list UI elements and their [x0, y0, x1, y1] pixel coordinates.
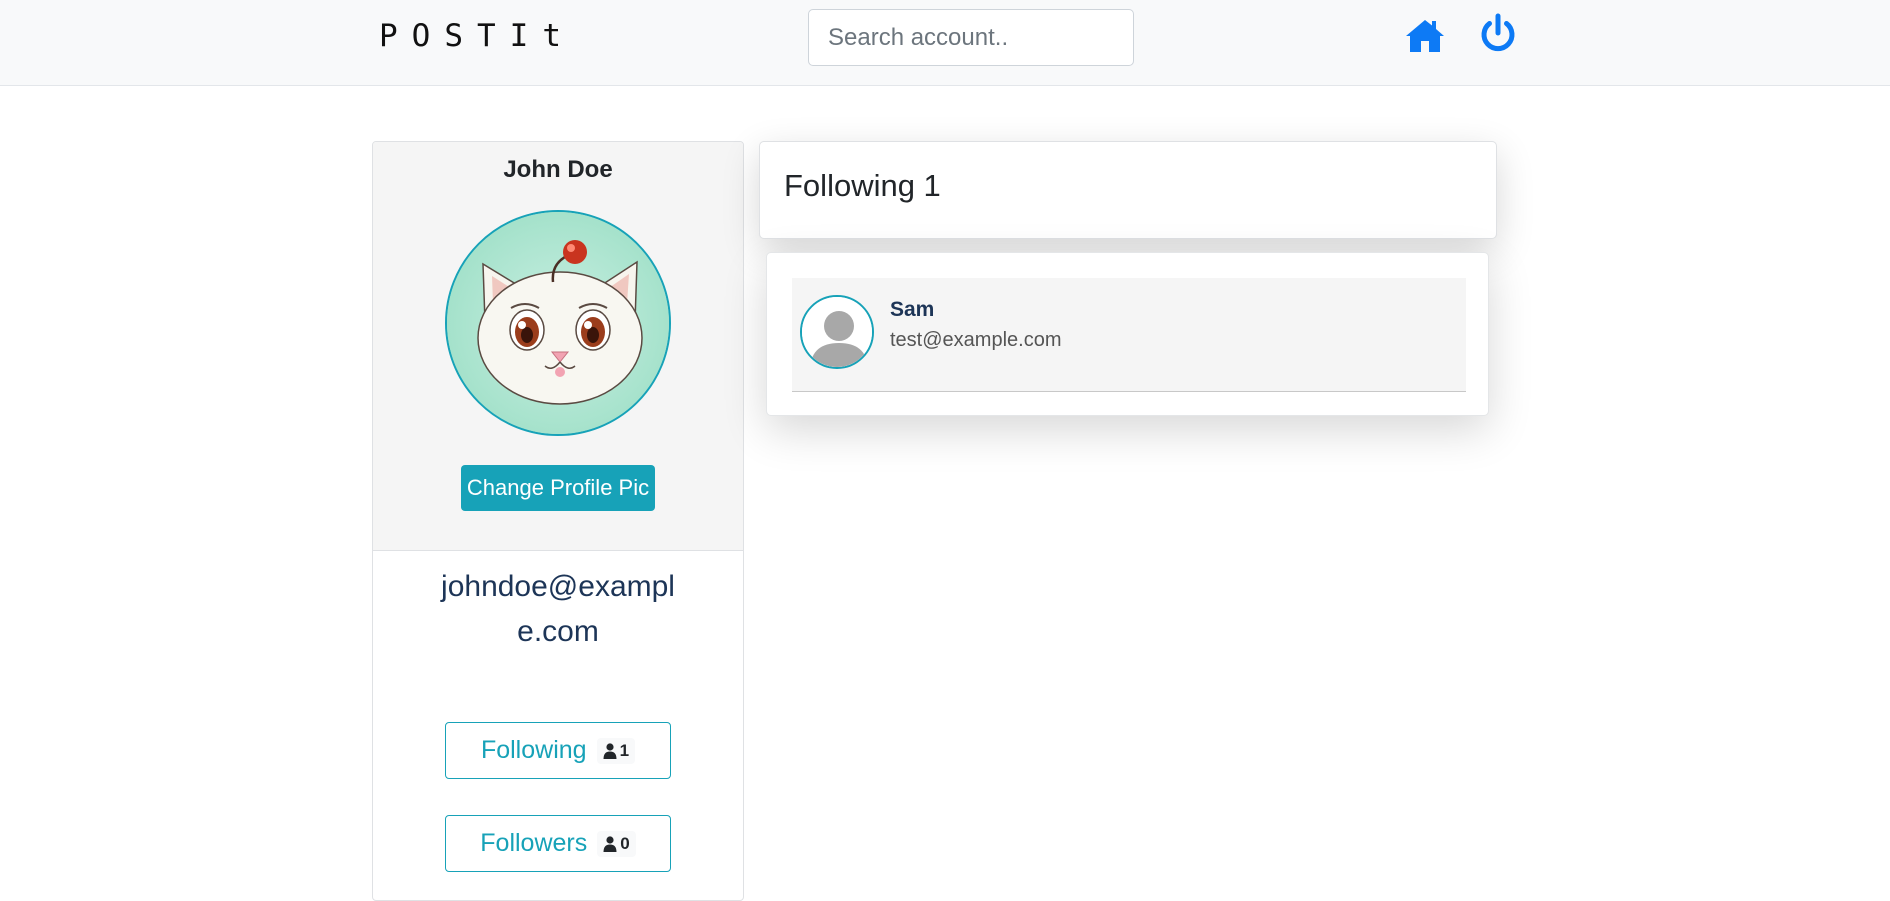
default-avatar-icon [802, 297, 872, 367]
followers-label: Followers [480, 829, 588, 857]
following-button[interactable]: Following 1 [445, 722, 671, 779]
following-label: Following [480, 736, 587, 764]
following-count-badge: 1 [596, 737, 636, 764]
user-icon [603, 835, 617, 852]
user-icon [603, 742, 617, 759]
profile-avatar [445, 210, 671, 436]
following-header-card: Following 1 [759, 141, 1497, 239]
user-name[interactable]: Sam [890, 298, 934, 322]
profile-card: John Doe Change Profile Pic johndoe@exam… [372, 141, 744, 901]
following-list: Sam test@example.com [766, 252, 1489, 416]
user-email: test@example.com [890, 329, 1062, 351]
profile-email: johndoe@example.com [441, 570, 675, 648]
change-profile-pic-button[interactable]: Change Profile Pic [461, 465, 655, 511]
following-count: 1 [619, 740, 630, 760]
list-item[interactable]: Sam test@example.com [792, 278, 1466, 392]
home-icon[interactable] [1403, 14, 1447, 58]
brand-logo[interactable]: POSTIt [379, 18, 575, 54]
following-title: Following 1 [784, 168, 941, 203]
profile-name: John Doe [503, 156, 613, 183]
cat-avatar-image [447, 212, 669, 434]
followers-count-badge: 0 [597, 830, 636, 857]
user-avatar [800, 295, 874, 369]
followers-count: 0 [620, 833, 630, 853]
profile-header: John Doe Change Profile Pic [373, 142, 743, 551]
navbar: POSTIt [0, 0, 1890, 86]
followers-button[interactable]: Followers 0 [445, 815, 671, 872]
search-input[interactable] [808, 9, 1134, 66]
power-icon[interactable] [1476, 12, 1520, 56]
